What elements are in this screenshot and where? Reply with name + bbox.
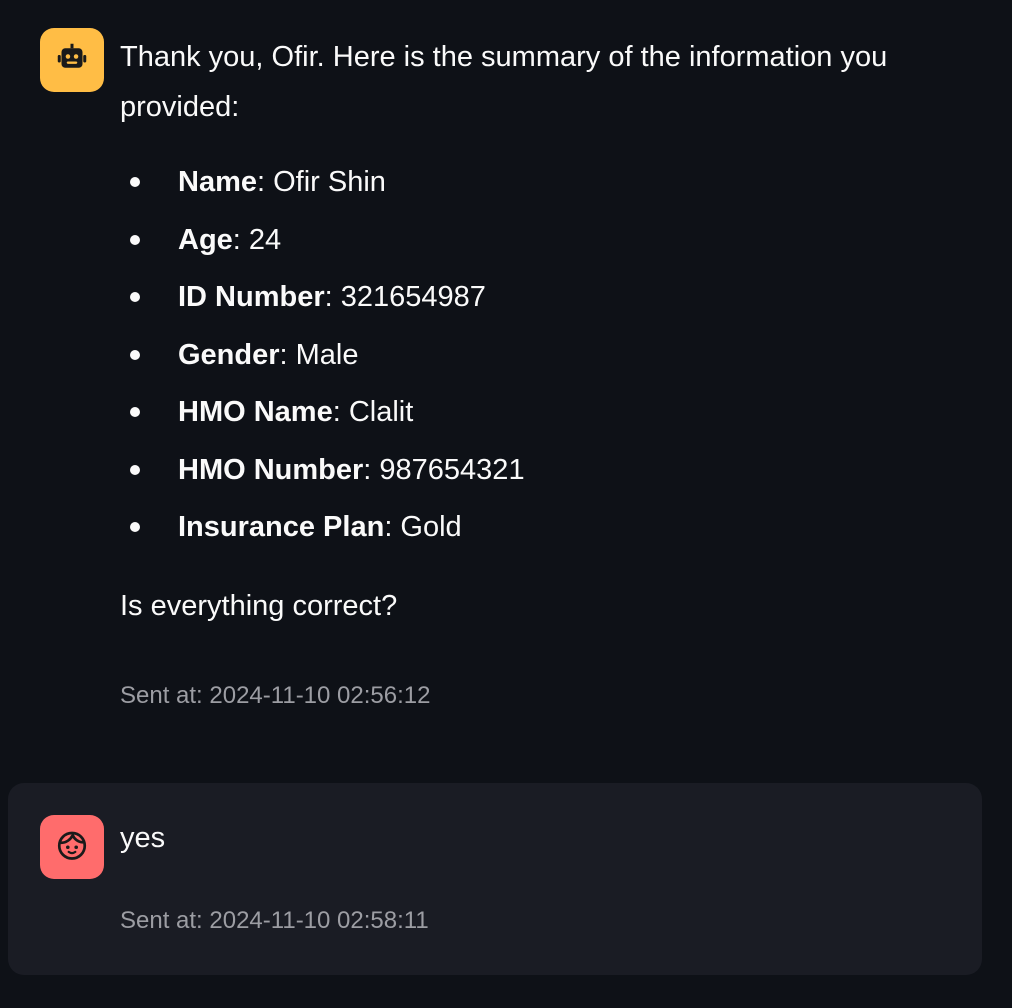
field-label-gender: Gender: [178, 338, 280, 371]
list-item: Gender: Male: [120, 335, 960, 393]
list-item: Name: Ofir Shin: [120, 162, 960, 220]
bullet-icon: [130, 349, 140, 360]
list-item: Age: 24: [120, 220, 960, 278]
bullet-icon: [130, 407, 140, 417]
bullet-icon: [130, 464, 140, 475]
bullet-icon: [130, 522, 140, 532]
bullet-icon: [130, 292, 140, 302]
field-value-id-number: : 321654987: [324, 281, 486, 313]
list-item: Insurance Plan: Gold: [120, 507, 960, 565]
field-label-insurance-plan: Insurance Plan: [178, 511, 385, 543]
user-timestamp: Sent at: 2024-11-10 02:58:11: [120, 907, 429, 934]
bullet-icon: [130, 177, 140, 187]
field-value-name: : Ofir Shin: [257, 166, 386, 198]
assistant-timestamp: Sent at: 2024-11-10 02:56:12: [120, 681, 431, 709]
user-message-text: yes: [120, 822, 166, 854]
field-value-hmo-name: : Clalit: [332, 396, 414, 428]
field-label-name: Name: [178, 166, 257, 198]
field-label-id-number: ID Number: [178, 281, 325, 313]
assistant-message-content: Thank you, Ofir. Here is the summary of …: [120, 28, 960, 742]
list-item: HMO Number: 987654321: [120, 450, 960, 508]
field-value-age: : 24: [232, 223, 282, 256]
list-item: HMO Name: Clalit: [120, 392, 960, 450]
list-item: ID Number: 321654987: [120, 277, 960, 335]
field-value-gender: : Male: [279, 338, 359, 371]
field-label-hmo-name: HMO Name: [178, 396, 333, 428]
face-icon: [54, 827, 90, 868]
user-chat-message: yes Sent at: 2024-11-10 02:58:11: [8, 783, 982, 975]
robot-icon: [54, 40, 90, 81]
field-label-age: Age: [178, 223, 233, 256]
assistant-intro-text: Thank you, Ofir. Here is the summary of …: [120, 41, 888, 123]
confirmation-question: Is everything correct?: [120, 589, 398, 622]
user-message-content: yes Sent at: 2024-11-10 02:58:11: [120, 815, 960, 975]
field-value-insurance-plan: : Gold: [384, 511, 462, 543]
field-value-hmo-number: : 987654321: [363, 453, 525, 486]
summary-field-list: Name: Ofir Shin Age: 24 ID Number: 32165…: [120, 162, 960, 565]
assistant-chat-message: Thank you, Ofir. Here is the summary of …: [8, 12, 982, 742]
assistant-avatar: [40, 28, 104, 92]
user-avatar: [40, 815, 104, 879]
field-label-hmo-number: HMO Number: [178, 453, 364, 486]
bullet-icon: [130, 234, 140, 245]
